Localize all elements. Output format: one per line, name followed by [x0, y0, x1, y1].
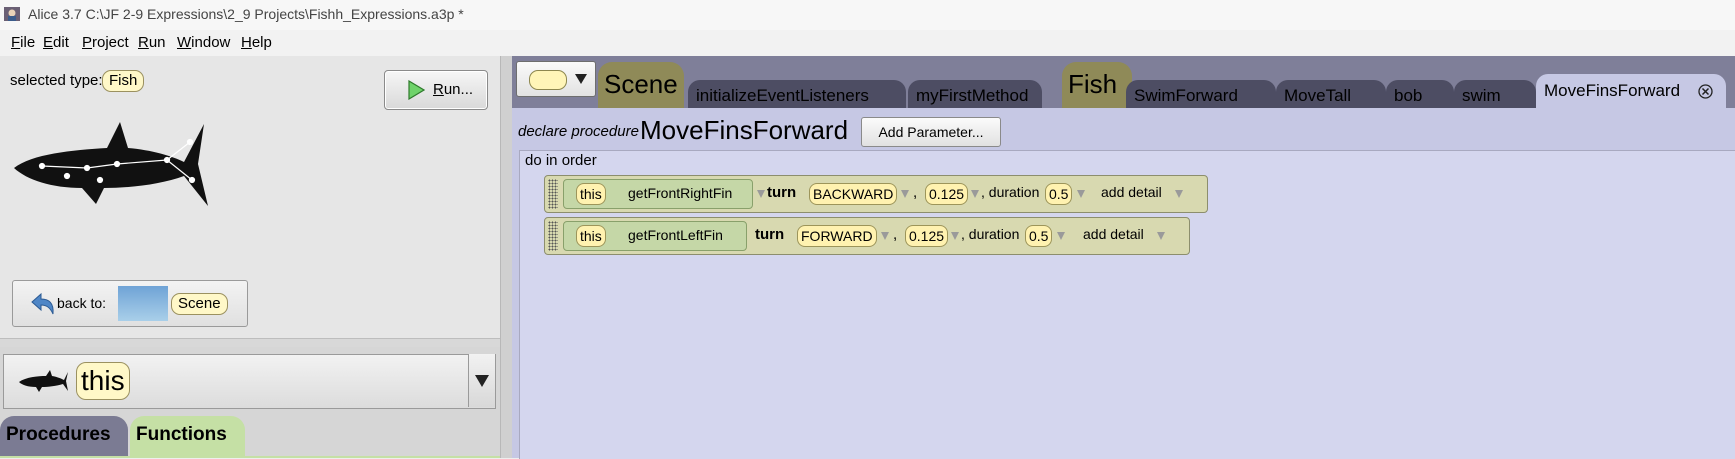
menu-bar: File Edit Project Run Window Help — [0, 30, 1735, 56]
run-button-label: Run... — [433, 81, 474, 98]
shark-thumbnail — [14, 122, 208, 206]
this-tile[interactable]: this — [576, 183, 606, 205]
chevron-down-icon[interactable] — [971, 190, 979, 198]
run-button[interactable]: Run... — [384, 70, 488, 110]
back-to-scene-button[interactable]: back to: Scene — [12, 280, 248, 327]
duration-value[interactable]: 0.5 — [1045, 183, 1073, 205]
tab-initialize-event-listeners[interactable]: initializeEventListeners — [688, 80, 906, 108]
chevron-down-icon[interactable] — [1157, 232, 1165, 240]
getter-name: getFrontLeftFin — [628, 227, 723, 243]
type-selector-dropdown[interactable] — [516, 61, 596, 97]
duration-label: , duration — [961, 226, 1020, 242]
back-to-label: back to: — [57, 295, 107, 311]
tab-move-fins-forward[interactable]: MoveFinsForward — [1536, 74, 1726, 108]
method-turn: turn — [755, 226, 785, 243]
tab-swim[interactable]: swim — [1454, 80, 1536, 108]
add-parameter-button[interactable]: Add Parameter... — [861, 117, 1001, 147]
selected-type-tile[interactable]: Fish — [102, 70, 145, 92]
duration-label: , duration — [981, 184, 1040, 200]
this-tile[interactable]: this — [576, 225, 606, 247]
member-tabs: Procedures Functions — [0, 412, 500, 458]
chevron-down-icon[interactable] — [881, 232, 889, 240]
menu-project[interactable]: Project — [82, 34, 129, 51]
chevron-down-icon[interactable] — [951, 232, 959, 240]
close-tab-icon[interactable] — [1698, 84, 1713, 99]
chevron-down-icon — [575, 74, 587, 84]
tab-my-first-method[interactable]: myFirstMethod — [908, 80, 1042, 108]
chevron-down-icon[interactable] — [757, 190, 765, 198]
chevron-down-icon[interactable] — [1175, 190, 1183, 198]
menu-help[interactable]: Help — [241, 34, 272, 51]
comma: , — [893, 226, 898, 243]
add-detail-button[interactable]: add detail — [1101, 184, 1162, 200]
tab-bob[interactable]: bob — [1386, 80, 1454, 108]
tab-functions[interactable]: Functions — [130, 416, 245, 458]
declare-procedure-label: declare procedure — [518, 123, 639, 140]
add-detail-button[interactable]: add detail — [1083, 226, 1144, 242]
shark-icon — [19, 370, 68, 392]
menu-window[interactable]: Window — [177, 34, 230, 51]
menu-file[interactable]: File — [11, 34, 35, 51]
duration-value[interactable]: 0.5 — [1025, 225, 1053, 247]
fin-getter-expression[interactable]: this getFrontLeftFin — [563, 221, 747, 251]
drag-handle[interactable] — [548, 221, 558, 251]
procedure-name[interactable]: MoveFinsForward — [640, 115, 848, 146]
tab-move-tall[interactable]: MoveTall — [1276, 80, 1386, 108]
method-turn: turn — [767, 184, 797, 201]
statement-turn-right-fin[interactable]: this getFrontRightFin turn BACKWARD , 0.… — [544, 175, 1208, 213]
tab-fish-type[interactable]: Fish — [1062, 62, 1132, 108]
alice-app-icon — [4, 7, 20, 21]
chevron-down-icon[interactable] — [901, 190, 909, 198]
combo-dropdown-button[interactable] — [468, 354, 495, 407]
direction-value[interactable]: FORWARD — [797, 225, 877, 247]
play-icon — [408, 80, 425, 100]
fin-getter-expression[interactable]: this getFrontRightFin — [563, 179, 753, 209]
amount-value[interactable]: 0.125 — [925, 183, 969, 205]
instance-combo-box[interactable]: this — [3, 354, 496, 409]
chevron-down-icon[interactable] — [1057, 232, 1065, 240]
back-arrow-icon — [31, 292, 54, 315]
procedure-body: do in order this getFrontRightFin turn B… — [519, 150, 1735, 459]
statement-turn-left-fin[interactable]: this getFrontLeftFin turn FORWARD , 0.12… — [544, 217, 1190, 255]
menu-run[interactable]: Run — [138, 34, 166, 51]
selected-type-label: selected type: — [10, 72, 103, 89]
getter-name: getFrontRightFin — [628, 185, 733, 201]
scene-thumbnail — [118, 286, 168, 321]
tab-procedures[interactable]: Procedures — [0, 416, 128, 458]
menu-edit[interactable]: Edit — [43, 34, 69, 51]
title-bar: Alice 3.7 C:\JF 2-9 Expressions\2_9 Proj… — [0, 0, 1735, 30]
drag-handle[interactable] — [548, 179, 558, 209]
window-title: Alice 3.7 C:\JF 2-9 Expressions\2_9 Proj… — [28, 6, 464, 22]
amount-value[interactable]: 0.125 — [905, 225, 949, 247]
this-tile: this — [76, 362, 130, 400]
comma: , — [913, 184, 918, 201]
direction-value[interactable]: BACKWARD — [809, 183, 898, 205]
chevron-down-icon — [475, 375, 489, 387]
tab-scene-type[interactable]: Scene — [598, 62, 684, 108]
do-in-order-label: do in order — [525, 152, 597, 169]
type-tile-icon — [529, 70, 567, 90]
tab-swim-forward[interactable]: SwimForward — [1126, 80, 1276, 108]
tab-label: MoveFinsForward — [1544, 81, 1681, 100]
back-to-scene-tile: Scene — [171, 293, 228, 315]
chevron-down-icon[interactable] — [1077, 190, 1085, 198]
